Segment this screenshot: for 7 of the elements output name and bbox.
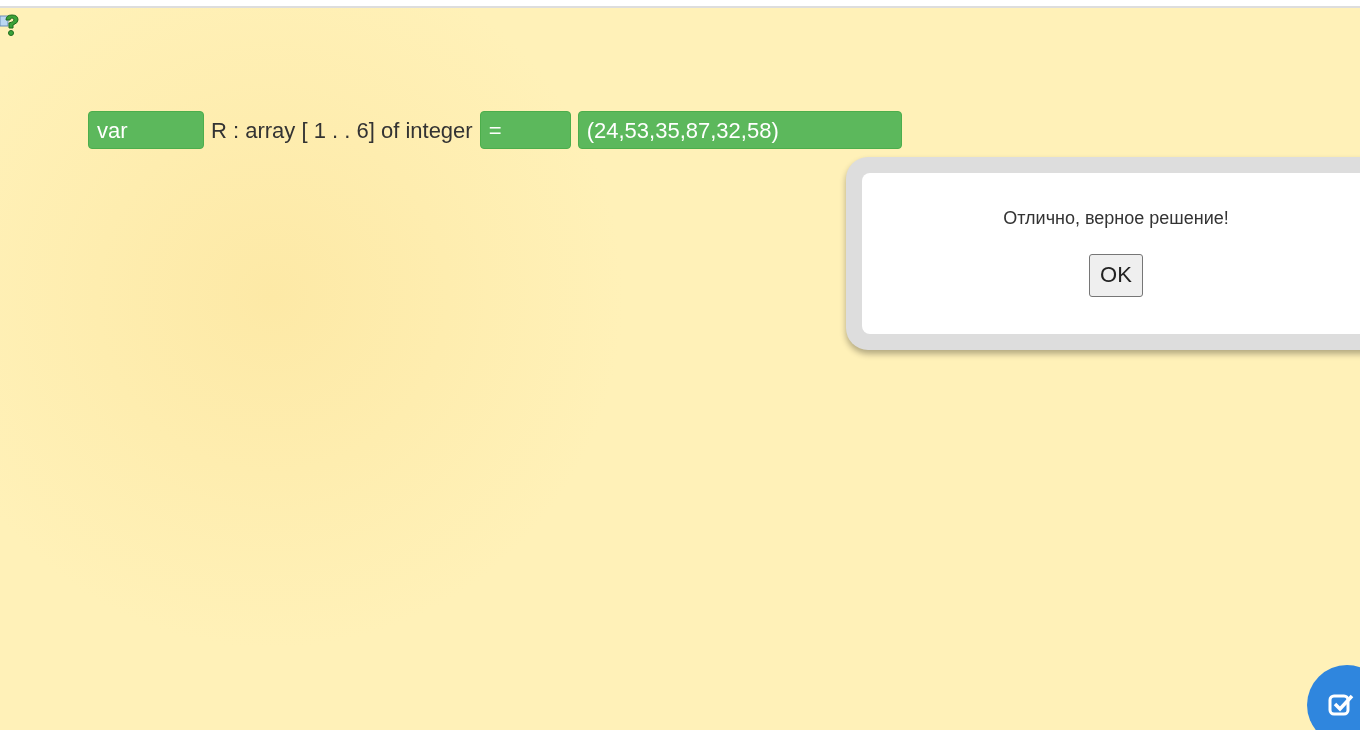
- statement-text: R : array [ 1 . . 6] of integer: [211, 116, 473, 145]
- help-icon[interactable]: [0, 12, 20, 38]
- ok-button[interactable]: OK: [1089, 254, 1143, 297]
- dialog-message: Отлично, верное решение!: [1003, 207, 1229, 230]
- answer-slot[interactable]: var: [88, 111, 204, 149]
- answer-slot[interactable]: (24,53,35,87,32,58): [577, 111, 902, 149]
- answer-slot[interactable]: =: [479, 111, 571, 149]
